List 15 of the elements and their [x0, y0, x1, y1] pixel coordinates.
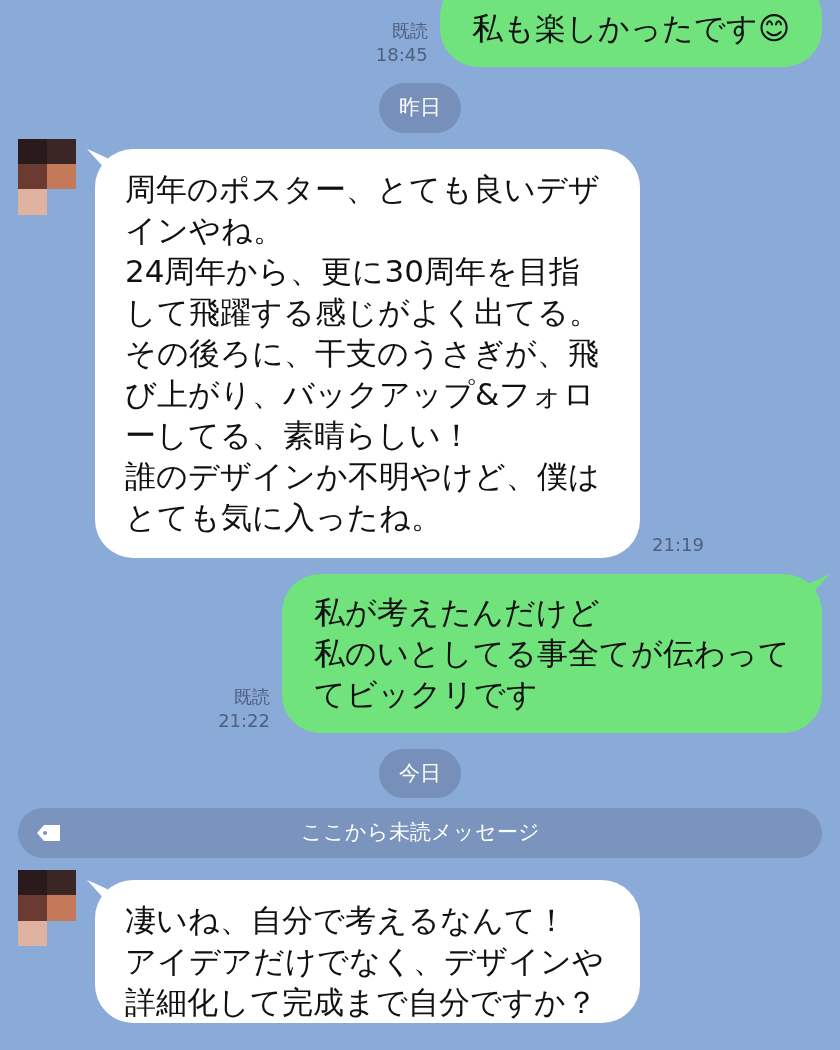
timestamp: 21:22: [218, 708, 270, 733]
date-label: 昨日: [379, 83, 461, 133]
read-receipt: 既読: [390, 19, 428, 43]
timestamp: 21:19: [652, 533, 704, 555]
unread-label: ここから未読メッセージ: [300, 819, 540, 847]
tag-icon: [36, 824, 62, 842]
avatar-icon[interactable]: [18, 870, 76, 946]
message-text: 私も楽しかったです😊: [471, 10, 790, 46]
message-text: 周年のポスター、とても良いデザ インやね。 24周年から、更に30周年を目指 して飛躍する感じがよく出てる。 その後ろに、干支のうさぎが、飛 び上がり、バックアップ&フォロ ーしてる、素晴らしい！ 誰のデザインか不明やけど、僕は とても気に入ったね。: [125, 170, 600, 535]
message-text: 凄いね、自分で考えるなんて！ アイデアだけでなく、デザインや 詳細化して完成まで自分ですか？: [125, 902, 604, 1020]
avatar-icon[interactable]: [18, 138, 76, 215]
date-label: 今日: [379, 748, 461, 798]
read-receipt: 既読: [233, 684, 270, 709]
message-text: 私が考えたんだけど 私のいとしてる事全てが伝わって てビックリです: [314, 593, 790, 712]
timestamp: 18:45: [375, 43, 428, 67]
